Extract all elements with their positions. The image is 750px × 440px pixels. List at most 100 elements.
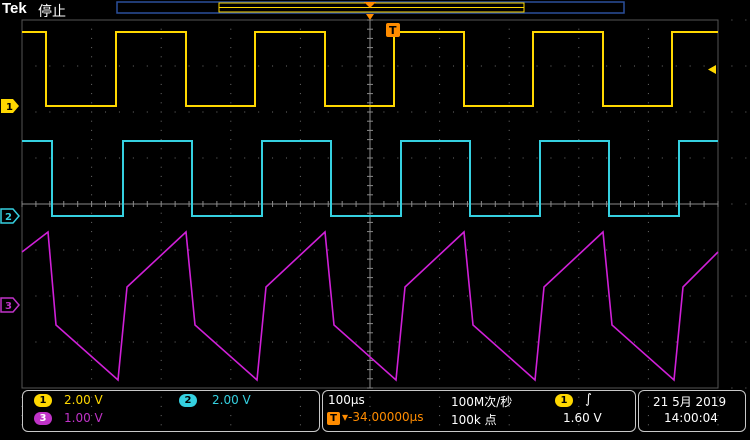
grid-dot: [160, 231, 162, 233]
grid-dot: [425, 341, 427, 343]
horizontal-trigger-panel[interactable]: 100µs 100M次/秒 1 ∫ T ▾-34.00000µs 100k 点 …: [322, 390, 636, 432]
grid-dot: [703, 65, 705, 67]
grid-dot: [341, 295, 343, 297]
grid-dot: [174, 249, 176, 251]
grid-dot: [230, 139, 232, 141]
grid-dot: [49, 295, 51, 297]
grid-dot: [411, 65, 413, 67]
grid-dot: [91, 65, 93, 67]
grid-dot: [536, 111, 538, 113]
grid-dot: [578, 111, 580, 113]
trigger-level-arrow[interactable]: [708, 65, 716, 74]
grid-dot: [647, 304, 649, 306]
grid-dot: [647, 221, 649, 223]
grid-dot: [160, 148, 162, 150]
grid-dot: [550, 65, 552, 67]
grid-dot: [522, 341, 524, 343]
grid-dot: [439, 267, 441, 269]
grid-dot: [299, 240, 301, 242]
grid-dot: [564, 65, 566, 67]
grid-dot: [578, 378, 580, 380]
grid-dot: [355, 341, 357, 343]
grid-dot: [439, 111, 441, 113]
grid-dot: [230, 157, 232, 159]
grid-dot: [578, 175, 580, 177]
grid-dot: [578, 332, 580, 334]
grid-dot: [647, 323, 649, 325]
grid-dot: [230, 350, 232, 352]
ch3-ground-marker[interactable]: 3: [0, 297, 20, 313]
grid-dot: [341, 65, 343, 67]
grid-dot: [313, 157, 315, 159]
grid-dot: [508, 157, 510, 159]
grid-dot: [689, 65, 691, 67]
grid-dot: [230, 258, 232, 260]
grid-dot: [689, 111, 691, 113]
grid-dot: [160, 120, 162, 122]
ch2-ground-marker[interactable]: 2: [0, 208, 20, 224]
grid-dot: [299, 185, 301, 187]
grid-dot: [299, 359, 301, 361]
grid-dot: [299, 258, 301, 260]
grid-dot: [160, 341, 162, 343]
grid-dot: [230, 240, 232, 242]
grid-dot: [91, 240, 93, 242]
grid-dot: [647, 258, 649, 260]
grid-dot: [453, 341, 455, 343]
grid-dot: [285, 249, 287, 251]
grid-dot: [258, 249, 260, 251]
grid-dot: [188, 157, 190, 159]
grid-dot: [160, 129, 162, 131]
grid-dot: [230, 313, 232, 315]
grid-dot: [647, 129, 649, 131]
trigger-position-badge: T: [327, 412, 340, 425]
grid-dot: [272, 111, 274, 113]
grid-dot: [522, 157, 524, 159]
grid-dot: [397, 341, 399, 343]
ch1-ground-marker[interactable]: 1: [1, 99, 19, 113]
grid-dot: [439, 286, 441, 288]
grid-dot: [230, 37, 232, 39]
grid-dot: [146, 341, 148, 343]
grid-dot: [578, 102, 580, 104]
grid-dot: [285, 111, 287, 113]
grid-dot: [439, 139, 441, 141]
grid-dot: [439, 185, 441, 187]
oscilloscope-display: 1 2 3 T: [0, 1, 747, 426]
grid-dot: [299, 83, 301, 85]
grid-dot: [397, 249, 399, 251]
grid-dot: [439, 277, 441, 279]
grid-dot: [272, 65, 274, 67]
grid-dot: [745, 19, 747, 21]
grid-dot: [620, 295, 622, 297]
grid-dot: [647, 56, 649, 58]
grid-dot: [188, 341, 190, 343]
grid-dot: [411, 157, 413, 159]
grid-dot: [272, 249, 274, 251]
grid-dot: [63, 295, 65, 297]
grid-dot: [299, 295, 301, 297]
grid-dot: [160, 93, 162, 95]
grid-dot: [703, 341, 705, 343]
grid-dot: [508, 93, 510, 95]
grid-dot: [508, 194, 510, 196]
grid-dot: [439, 323, 441, 325]
grid-dot: [508, 166, 510, 168]
grid-dot: [132, 249, 134, 251]
grid-dot: [508, 249, 510, 251]
grid-dot: [91, 175, 93, 177]
grid-dot: [91, 369, 93, 371]
grid-dot: [508, 129, 510, 131]
grid-dot: [703, 249, 705, 251]
grid-dot: [647, 65, 649, 67]
grid-dot: [49, 65, 51, 67]
vertical-settings-panel[interactable]: 1 2.00 V 2 2.00 V 3 1.00 V: [22, 390, 320, 432]
ch1-scale: 2.00 V: [64, 393, 103, 407]
grid-dot: [508, 65, 510, 67]
grid-dot: [661, 65, 663, 67]
grid-dot: [703, 157, 705, 159]
grid-dot: [77, 249, 79, 251]
grid-dot: [745, 111, 747, 113]
trigger-point-marker[interactable]: T: [386, 23, 400, 37]
grid-dot: [160, 74, 162, 76]
